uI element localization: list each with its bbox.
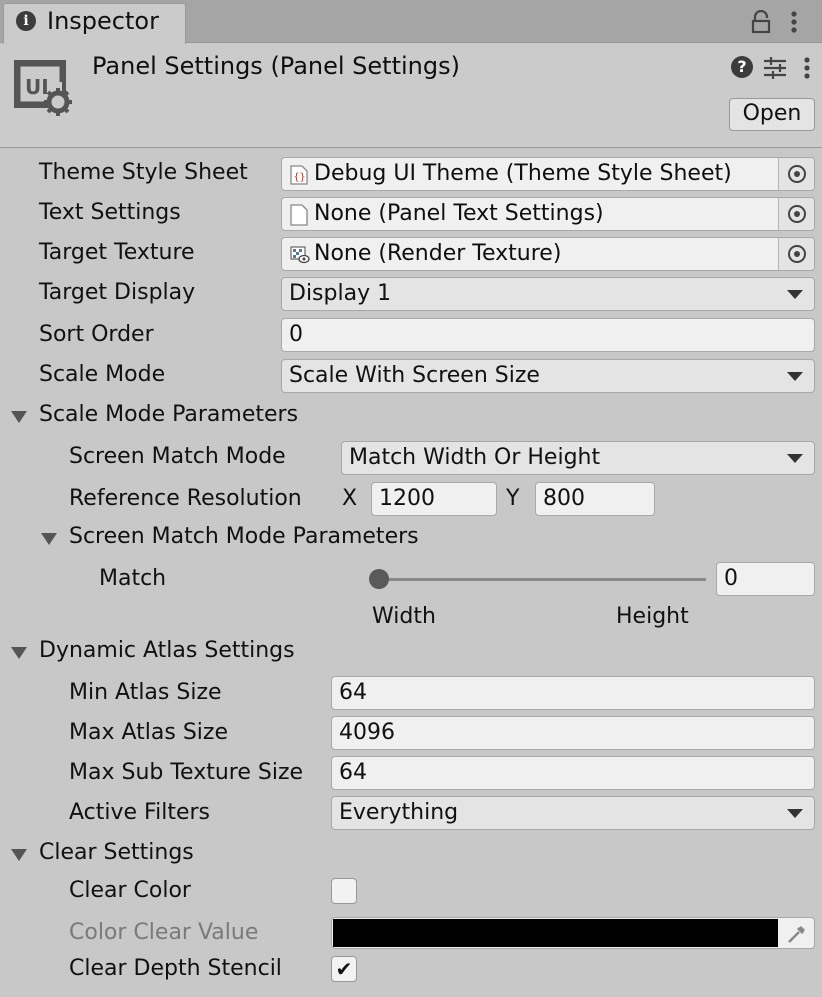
reference-resolution-y-input[interactable]: 800 bbox=[535, 482, 655, 516]
max-atlas-size-label: Max Atlas Size bbox=[69, 720, 228, 745]
panel-settings-icon: UI bbox=[14, 60, 72, 116]
target-texture-field[interactable]: None (Render Texture) bbox=[281, 237, 815, 271]
match-min-label: Width bbox=[372, 604, 436, 629]
object-picker-button[interactable] bbox=[778, 238, 814, 270]
lock-icon[interactable] bbox=[750, 10, 772, 34]
match-slider-thumb[interactable] bbox=[369, 569, 389, 589]
clear-color-label: Clear Color bbox=[69, 878, 191, 903]
sort-order-input[interactable]: 0 bbox=[281, 318, 815, 352]
clear-color-checkbox[interactable] bbox=[331, 878, 357, 904]
min-atlas-size-label: Min Atlas Size bbox=[69, 680, 222, 705]
match-value-input[interactable]: 0 bbox=[716, 562, 815, 596]
active-filters-value: Everything bbox=[339, 800, 459, 825]
chevron-down-icon bbox=[787, 372, 803, 381]
target-texture-value: None (Render Texture) bbox=[314, 241, 562, 266]
color-clear-value-field bbox=[331, 917, 815, 949]
color-swatch bbox=[333, 919, 778, 947]
tab-title: Inspector bbox=[47, 7, 159, 35]
screen-match-mode-parameters-foldout[interactable]: Screen Match Mode Parameters bbox=[69, 524, 419, 549]
target-icon bbox=[788, 165, 806, 183]
render-texture-icon bbox=[290, 246, 310, 264]
svg-text:UI: UI bbox=[25, 75, 49, 99]
text-settings-field[interactable]: None (Panel Text Settings) bbox=[281, 197, 815, 231]
target-display-dropdown[interactable]: Display 1 bbox=[281, 277, 815, 311]
target-icon bbox=[788, 205, 806, 223]
min-atlas-size-input[interactable]: 64 bbox=[331, 676, 815, 710]
scale-mode-parameters-foldout[interactable]: Scale Mode Parameters bbox=[39, 402, 298, 427]
max-atlas-size-input[interactable]: 4096 bbox=[331, 716, 815, 750]
open-button[interactable]: Open bbox=[729, 98, 815, 131]
sort-order-label: Sort Order bbox=[39, 322, 154, 347]
scale-mode-label: Scale Mode bbox=[39, 362, 166, 387]
chevron-down-icon bbox=[787, 454, 803, 463]
scale-mode-value: Scale With Screen Size bbox=[289, 363, 540, 388]
foldout-arrow-icon[interactable] bbox=[41, 533, 57, 545]
match-max-label: Height bbox=[616, 604, 689, 629]
match-slider-track[interactable] bbox=[380, 578, 706, 581]
target-display-label: Target Display bbox=[39, 280, 196, 305]
color-clear-value-label: Color Clear Value bbox=[69, 920, 259, 945]
text-settings-label: Text Settings bbox=[39, 200, 181, 225]
screen-match-mode-value: Match Width Or Height bbox=[349, 445, 601, 470]
document-icon bbox=[290, 204, 308, 226]
clear-depth-stencil-label: Clear Depth Stencil bbox=[69, 956, 282, 981]
active-filters-label: Active Filters bbox=[69, 800, 210, 825]
target-icon bbox=[788, 245, 806, 263]
reference-resolution-label: Reference Resolution bbox=[69, 486, 302, 511]
kebab-menu-icon[interactable] bbox=[790, 10, 798, 34]
target-texture-label: Target Texture bbox=[39, 240, 195, 265]
object-picker-button[interactable] bbox=[778, 158, 814, 190]
x-label: X bbox=[342, 486, 358, 511]
target-display-value: Display 1 bbox=[289, 281, 392, 306]
info-icon: i bbox=[16, 11, 36, 31]
foldout-arrow-icon[interactable] bbox=[11, 647, 27, 659]
foldout-arrow-icon[interactable] bbox=[11, 849, 27, 861]
dynamic-atlas-settings-foldout[interactable]: Dynamic Atlas Settings bbox=[39, 638, 295, 663]
help-icon[interactable]: ? bbox=[731, 56, 753, 78]
theme-style-sheet-label: Theme Style Sheet bbox=[39, 160, 248, 185]
theme-style-sheet-value: Debug UI Theme (Theme Style Sheet) bbox=[314, 161, 732, 186]
object-picker-button[interactable] bbox=[778, 198, 814, 230]
foldout-arrow-icon[interactable] bbox=[11, 411, 27, 423]
reference-resolution-x-input[interactable]: 1200 bbox=[371, 482, 497, 516]
svg-text:{}: {} bbox=[294, 172, 306, 183]
scale-mode-dropdown[interactable]: Scale With Screen Size bbox=[281, 359, 815, 393]
text-settings-value: None (Panel Text Settings) bbox=[314, 201, 604, 226]
max-sub-texture-size-label: Max Sub Texture Size bbox=[69, 760, 304, 785]
eyedropper-icon bbox=[788, 926, 805, 943]
style-sheet-icon: {} bbox=[290, 165, 308, 185]
chevron-down-icon bbox=[787, 809, 803, 818]
y-label: Y bbox=[506, 486, 520, 511]
screen-match-mode-dropdown[interactable]: Match Width Or Height bbox=[341, 441, 815, 475]
theme-style-sheet-field[interactable]: {} Debug UI Theme (Theme Style Sheet) bbox=[281, 157, 815, 191]
clear-depth-stencil-checkbox[interactable]: ✔ bbox=[331, 956, 357, 982]
active-filters-dropdown[interactable]: Everything bbox=[331, 796, 815, 830]
clear-settings-foldout[interactable]: Clear Settings bbox=[39, 840, 194, 865]
component-title: Panel Settings (Panel Settings) bbox=[92, 52, 460, 80]
presets-icon[interactable] bbox=[764, 56, 786, 80]
max-sub-texture-size-input[interactable]: 64 bbox=[331, 756, 815, 790]
match-label: Match bbox=[99, 566, 167, 591]
screen-match-mode-label: Screen Match Mode bbox=[69, 444, 286, 469]
component-menu-icon[interactable] bbox=[803, 56, 811, 80]
chevron-down-icon bbox=[787, 290, 803, 299]
